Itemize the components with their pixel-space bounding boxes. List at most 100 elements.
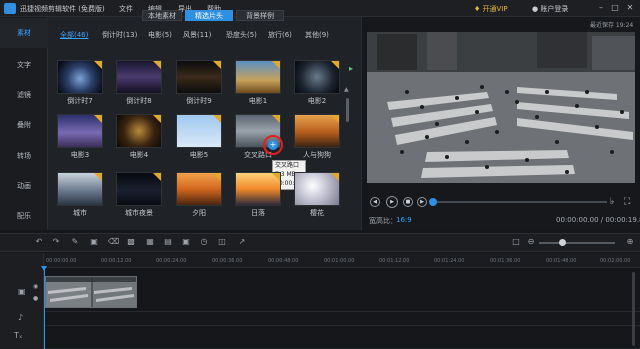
forward-icon[interactable]: ▶ bbox=[417, 197, 427, 207]
undo-icon[interactable]: ↶ bbox=[34, 237, 44, 247]
record-icon[interactable]: ◫ bbox=[217, 237, 227, 247]
zoom-in-icon[interactable]: ⊕ bbox=[625, 237, 635, 247]
zoom-out-icon[interactable]: ⊖ bbox=[526, 237, 536, 247]
badge-icon bbox=[331, 173, 339, 181]
autosave-status: 最近保存 19:24 bbox=[590, 22, 634, 29]
sidebar-item-overlays[interactable]: 叠附 bbox=[0, 110, 48, 140]
thumbnail-city-night[interactable] bbox=[116, 172, 162, 206]
category-other[interactable]: 其他(9) bbox=[305, 30, 329, 40]
thumbnail-countdown7[interactable] bbox=[57, 60, 103, 94]
split-icon[interactable]: ▣ bbox=[89, 237, 99, 247]
tab-featured-intros[interactable]: 精选片头 bbox=[185, 10, 233, 21]
audio-track-lane[interactable] bbox=[44, 312, 640, 326]
minimize-icon[interactable]: – bbox=[596, 3, 606, 13]
badge-icon bbox=[272, 61, 280, 69]
audio-track-icon: ♪ bbox=[18, 313, 24, 322]
crop-icon[interactable]: ▩ bbox=[126, 237, 136, 247]
category-travel[interactable]: 旅行(6) bbox=[268, 30, 292, 40]
track-visibility-icon[interactable]: ◉ bbox=[33, 283, 38, 290]
rewind-icon[interactable]: ◀ bbox=[370, 197, 380, 207]
library-scrollbar[interactable] bbox=[346, 98, 349, 122]
duration-icon[interactable]: ◷ bbox=[199, 237, 209, 247]
thumbnail-cherry-blossom[interactable] bbox=[294, 172, 340, 206]
app-logo-icon bbox=[4, 3, 16, 14]
seek-bar[interactable] bbox=[432, 201, 607, 203]
thumbnail-label: 日落 bbox=[251, 209, 265, 217]
badge-icon bbox=[153, 61, 161, 69]
export-icon[interactable]: ↗ bbox=[237, 237, 247, 247]
tab-background-samples[interactable]: 背景样例 bbox=[236, 10, 284, 21]
image-icon[interactable]: ▣ bbox=[181, 237, 191, 247]
thumbnail-countdown9[interactable] bbox=[176, 60, 222, 94]
menu-file[interactable]: 文件 bbox=[119, 4, 133, 14]
zoom-slider[interactable] bbox=[539, 242, 615, 244]
fit-timeline-icon[interactable]: □ bbox=[511, 237, 521, 247]
category-horror[interactable]: 恐度头(5) bbox=[226, 30, 257, 40]
sidebar-item-media[interactable]: 素材 bbox=[0, 18, 48, 48]
video-track-icon: ▣ bbox=[18, 287, 26, 296]
delete-icon[interactable]: ⌫ bbox=[108, 237, 119, 247]
badge-icon bbox=[153, 173, 161, 181]
add-icon[interactable]: + bbox=[268, 140, 278, 150]
zoom-knob[interactable] bbox=[559, 239, 566, 246]
thumbnail-countdown8[interactable] bbox=[116, 60, 162, 94]
volume-icon[interactable]: ♭ bbox=[610, 197, 614, 207]
thumbnail-label: 倒计时9 bbox=[186, 97, 212, 105]
sidebar-item-transitions[interactable]: 转场 bbox=[0, 141, 48, 171]
category-scenery[interactable]: 风景(11) bbox=[183, 30, 211, 40]
category-all[interactable]: 全部(46) bbox=[60, 30, 88, 40]
badge-icon bbox=[94, 61, 102, 69]
ruler-tick: 00:01:24.00 bbox=[434, 258, 465, 264]
aspect-ratio-select[interactable]: 16:9 bbox=[396, 216, 412, 224]
timecode: 00:00:00.00 / 00:00:19.80 bbox=[556, 216, 640, 224]
badge-icon bbox=[153, 115, 161, 123]
edit-icon[interactable]: ✎ bbox=[70, 237, 80, 247]
video-clip[interactable] bbox=[45, 276, 137, 308]
sidebar-item-filters[interactable]: 滤镜 bbox=[0, 80, 48, 110]
text-track-lane[interactable] bbox=[44, 326, 640, 349]
thumbnail-movie5[interactable] bbox=[176, 114, 222, 148]
freeze-frame-icon[interactable]: ▤ bbox=[163, 237, 173, 247]
ruler-tick: 00:00:24.00 bbox=[156, 258, 187, 264]
video-preview[interactable] bbox=[367, 32, 635, 183]
vip-button[interactable]: ♦ 开通VIP bbox=[474, 4, 508, 14]
maximize-icon[interactable]: □ bbox=[610, 3, 620, 13]
ruler-tick: 00:00:48.00 bbox=[268, 258, 299, 264]
thumbnail-movie2[interactable] bbox=[294, 60, 340, 94]
thumbnail-label: 城市 bbox=[73, 209, 87, 217]
thumbnail-sunset[interactable] bbox=[176, 172, 222, 206]
vip-label: 开通VIP bbox=[482, 5, 508, 13]
ruler-tick: 00:00:00.00 bbox=[46, 258, 77, 264]
collapse-arrow-icon[interactable]: ▸ bbox=[349, 64, 353, 73]
play-icon[interactable]: ▶ bbox=[386, 196, 398, 208]
thumbnail-people-dogs[interactable] bbox=[294, 114, 340, 148]
account-label: 账户登录 bbox=[540, 5, 569, 13]
scroll-up-icon[interactable]: ▲ bbox=[344, 86, 349, 93]
tooltip-name: 交叉路口 bbox=[275, 162, 300, 169]
thumbnail-movie1[interactable] bbox=[235, 60, 281, 94]
stop-icon[interactable]: ■ bbox=[403, 197, 413, 207]
sidebar-item-text[interactable]: 文字 bbox=[0, 50, 48, 80]
thumbnail-city[interactable] bbox=[57, 172, 103, 206]
account-button[interactable]: ● 账户登录 bbox=[532, 4, 568, 14]
redo-icon[interactable]: ↷ bbox=[51, 237, 61, 247]
timeline-scrollbar[interactable] bbox=[632, 272, 635, 346]
thumbnail-movie4[interactable] bbox=[116, 114, 162, 148]
thumbnail-movie3[interactable] bbox=[57, 114, 103, 148]
close-icon[interactable]: ✕ bbox=[625, 3, 635, 13]
category-movie[interactable]: 电影(5) bbox=[148, 30, 172, 40]
thumbnail-label: 城市夜景 bbox=[125, 209, 153, 217]
sidebar-item-animation[interactable]: 动画 bbox=[0, 171, 48, 201]
mosaic-icon[interactable]: ▦ bbox=[145, 237, 155, 247]
category-countdown[interactable]: 倒计时(13) bbox=[102, 30, 137, 40]
tab-local-media[interactable]: 本地素材 bbox=[142, 10, 182, 21]
playhead-handle[interactable] bbox=[41, 266, 47, 271]
sidebar-item-music[interactable]: 配乐 bbox=[0, 201, 48, 231]
thumbnail-sundown[interactable] bbox=[235, 172, 281, 206]
fullscreen-icon[interactable]: ⛶ bbox=[624, 197, 630, 207]
track-lock-icon[interactable]: ● bbox=[33, 295, 38, 302]
ruler-tick: 00:00:36.00 bbox=[212, 258, 243, 264]
playhead[interactable] bbox=[44, 266, 45, 349]
thumbnail-label: 倒计时7 bbox=[67, 97, 93, 105]
seek-knob[interactable] bbox=[429, 198, 437, 206]
